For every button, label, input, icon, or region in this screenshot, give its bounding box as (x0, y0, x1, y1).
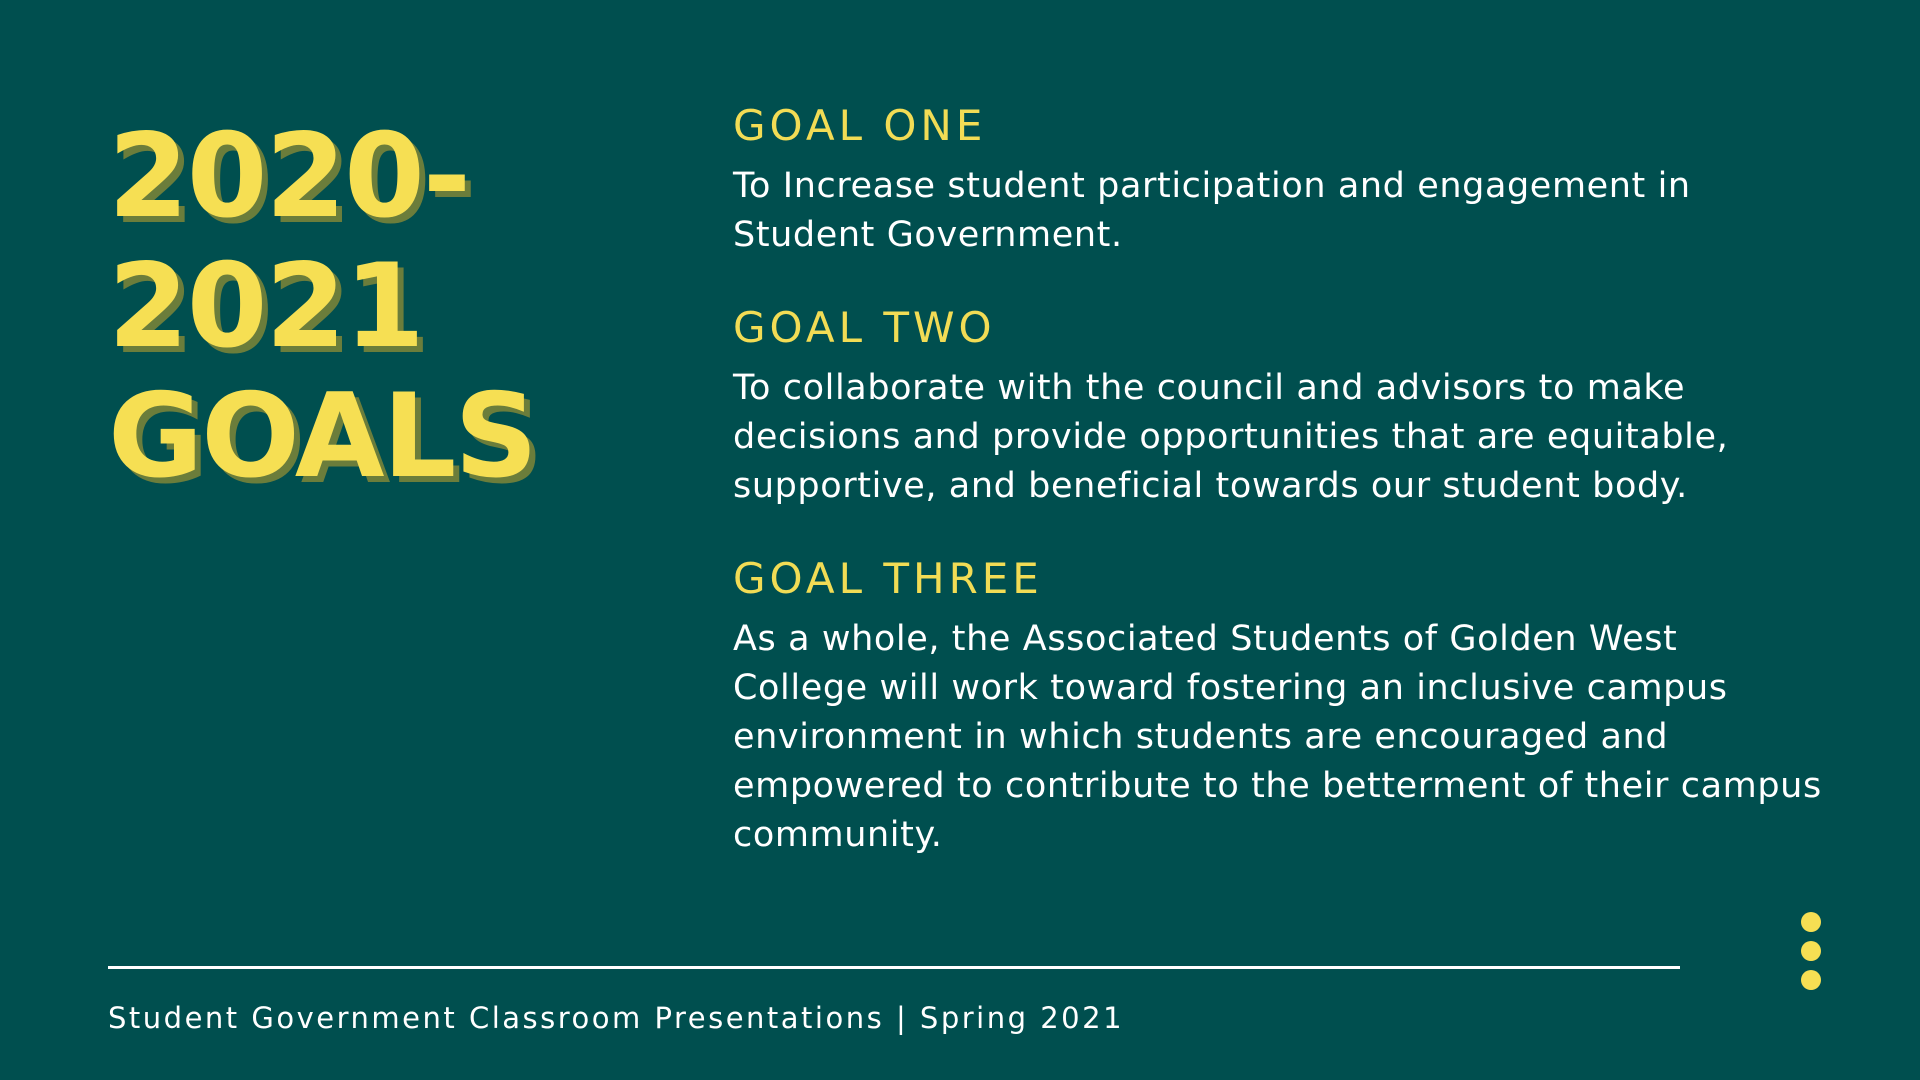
slide: 2020- 2021 GOALS GOAL ONE To Increase st… (0, 0, 1920, 1080)
goal-heading: GOAL ONE (733, 101, 987, 150)
dot-icon (1801, 912, 1821, 932)
footer-caption: Student Government Classroom Presentatio… (108, 1001, 1125, 1035)
goal-heading: GOAL THREE (733, 554, 1043, 603)
goal-text: To Increase student participation and en… (733, 166, 1691, 255)
footer-divider (108, 966, 1680, 969)
dot-icon (1801, 970, 1821, 990)
goals-list: GOAL ONE To Increase student participati… (733, 96, 1823, 860)
goal-two: GOAL TWO To collaborate with the council… (733, 298, 1823, 511)
page-title: 2020- 2021 GOALS (108, 112, 628, 502)
title-line-year-end: 2021 (108, 239, 425, 374)
vertical-ellipsis-icon (1801, 912, 1823, 999)
goal-one: GOAL ONE To Increase student participati… (733, 96, 1823, 260)
goal-text: As a whole, the Associated Students of G… (733, 619, 1822, 855)
goal-heading: GOAL TWO (733, 303, 996, 352)
goal-text: To collaborate with the council and advi… (733, 368, 1729, 506)
dot-icon (1801, 941, 1821, 961)
title-line-goals: GOALS (108, 369, 538, 504)
goal-three: GOAL THREE As a whole, the Associated St… (733, 549, 1823, 860)
title-line-year-start: 2020- (108, 109, 471, 244)
